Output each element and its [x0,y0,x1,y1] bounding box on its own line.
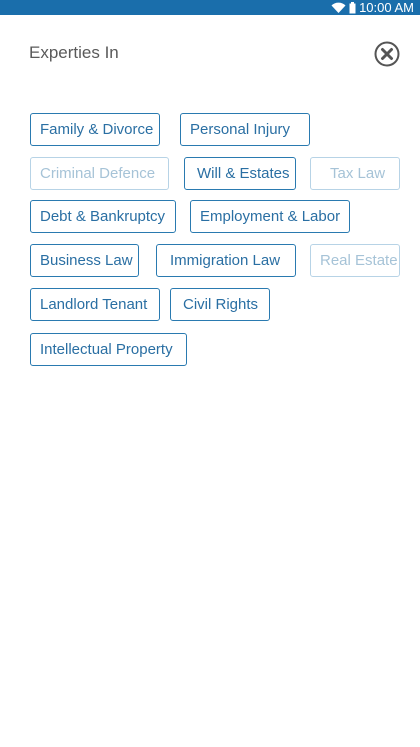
close-button[interactable] [374,41,400,67]
wifi-icon [331,2,346,14]
chip-personal-injury[interactable]: Personal Injury [180,113,310,146]
chip-tax-law[interactable]: Tax Law [310,157,400,190]
chip-employment-labor[interactable]: Employment & Labor [190,200,350,233]
chip-criminal-defence[interactable]: Criminal Defence [30,157,169,190]
chip-business-law[interactable]: Business Law [30,244,139,277]
chip-family-divorce[interactable]: Family & Divorce [30,113,160,146]
chip-intellectual-property[interactable]: Intellectual Property [30,333,187,366]
status-icons: 10:00 AM [331,0,414,15]
page-title: Experties In [29,43,119,62]
chip-immigration-law[interactable]: Immigration Law [156,244,296,277]
chip-real-estate[interactable]: Real Estate [310,244,400,277]
battery-icon [349,1,356,14]
chip-civil-rights[interactable]: Civil Rights [170,288,270,321]
chip-landlord-tenant[interactable]: Landlord Tenant [30,288,160,321]
status-bar: 10:00 AM [0,0,420,15]
chip-debt-bankruptcy[interactable]: Debt & Bankruptcy [30,200,176,233]
status-time: 10:00 AM [359,0,414,15]
chip-will-estates[interactable]: Will & Estates [184,157,296,190]
close-icon [374,41,400,67]
